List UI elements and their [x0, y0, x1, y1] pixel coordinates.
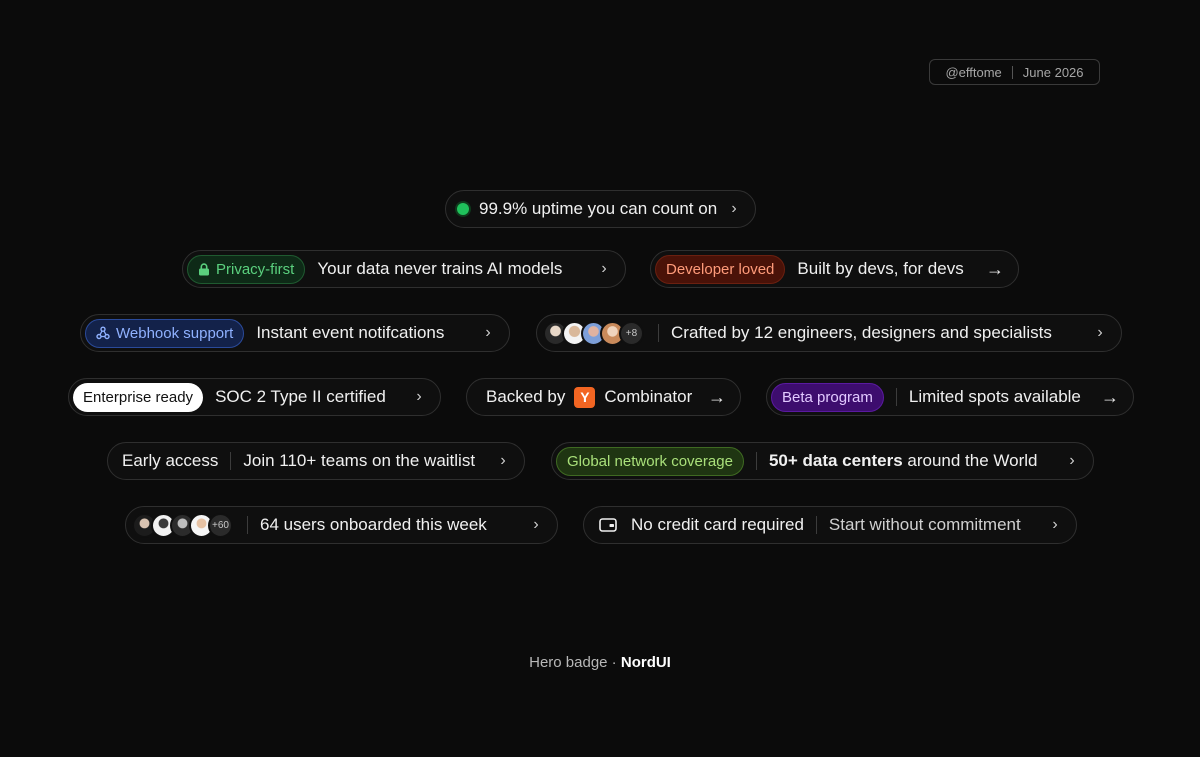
webhook-pill: Webhook support — [85, 318, 245, 348]
webhook-pill-label: Webhook support — [116, 324, 234, 342]
badge-divider — [755, 452, 757, 470]
meta-divider — [1011, 65, 1013, 79]
beta-badge[interactable]: Beta program Limited spots available → — [766, 378, 1134, 416]
status-dot-icon — [457, 203, 469, 215]
chevron-right-icon: › — [1097, 324, 1103, 341]
arrow-right-icon: → — [986, 258, 1004, 279]
enterprise-text: SOC 2 Type II certified — [215, 387, 386, 406]
credit-card-badge[interactable]: No credit card required Start without co… — [583, 506, 1077, 544]
global-network-text-rest: around the World — [902, 451, 1038, 470]
chevron-right-icon: › — [416, 388, 422, 405]
avatar-group: +8 — [543, 320, 644, 346]
enterprise-pill: Enterprise ready — [73, 382, 204, 412]
lock-icon — [199, 262, 209, 275]
beta-pill: Beta program — [771, 382, 884, 412]
arrow-right-icon: → — [708, 386, 726, 407]
chevron-right-icon: › — [1052, 516, 1058, 533]
early-access-label: Early access — [122, 451, 219, 470]
backed-by-prefix: Backed by — [486, 387, 566, 406]
users-onboarded-text: 64 users onboarded this week — [260, 515, 487, 534]
avatar-group: +60 — [132, 512, 233, 538]
avatar-more-count: +8 — [619, 320, 644, 346]
webhook-text: Instant event notifcations — [256, 323, 445, 342]
chevron-right-icon: › — [1069, 452, 1075, 469]
beta-text: Limited spots available — [908, 387, 1081, 406]
developer-pill: Developer loved — [655, 254, 786, 284]
uptime-text: 99.9% uptime you can count on — [479, 199, 718, 218]
footer-label: Hero badge · — [529, 654, 621, 671]
credit-card-text: Start without commitment — [828, 515, 1021, 534]
developer-pill-label: Developer loved — [666, 260, 775, 278]
chevron-right-icon: › — [500, 452, 506, 469]
early-access-badge[interactable]: Early access Join 110+ teams on the wait… — [107, 442, 525, 480]
meta-tag: @efftome June 2026 — [929, 59, 1100, 85]
avatar-more-count: +60 — [208, 512, 233, 538]
crafted-text: Crafted by 12 engineers, designers and s… — [671, 323, 1052, 342]
privacy-pill-label: Privacy-first — [216, 260, 295, 278]
global-network-pill: Global network coverage — [556, 446, 744, 476]
global-network-pill-label: Global network coverage — [567, 452, 733, 470]
meta-date: June 2026 — [1022, 64, 1084, 80]
badge-divider — [815, 516, 817, 534]
chevron-right-icon: › — [533, 516, 539, 533]
users-onboarded-badge[interactable]: +60 64 users onboarded this week › — [125, 506, 558, 544]
arrow-right-icon: → — [1101, 386, 1119, 407]
backed-by-suffix: Combinator — [604, 387, 693, 406]
privacy-badge[interactable]: Privacy-first Your data never trains AI … — [182, 250, 626, 288]
uptime-badge[interactable]: 99.9% uptime you can count on › — [445, 190, 756, 228]
credit-card-label: No credit card required — [631, 515, 804, 534]
chevron-right-icon: › — [731, 200, 737, 217]
chevron-right-icon: › — [601, 260, 607, 277]
webhook-icon — [96, 326, 110, 340]
footer-brand: NordUI — [620, 654, 671, 671]
footer-caption: Hero badge · NordUI — [0, 654, 1200, 671]
crafted-badge[interactable]: +8 Crafted by 12 engineers, designers an… — [536, 314, 1122, 352]
global-network-text-bold: 50+ data centers — [768, 451, 903, 470]
privacy-text: Your data never trains AI models — [317, 259, 563, 278]
chevron-right-icon: › — [485, 324, 491, 341]
credit-card-icon — [599, 518, 617, 532]
early-access-text: Join 110+ teams on the waitlist — [243, 451, 476, 470]
backed-by-badge[interactable]: Backed by Y Combinator → — [466, 378, 741, 416]
beta-pill-label: Beta program — [782, 388, 873, 406]
badge-divider — [658, 324, 659, 342]
badge-divider — [247, 516, 248, 534]
global-network-text: 50+ data centers around the World — [769, 451, 1061, 471]
enterprise-badge[interactable]: Enterprise ready SOC 2 Type II certified… — [68, 378, 441, 416]
author-handle: @efftome — [945, 64, 1002, 80]
privacy-pill: Privacy-first — [187, 254, 306, 284]
webhook-badge[interactable]: Webhook support Instant event notifcatio… — [80, 314, 510, 352]
badge-divider — [230, 452, 232, 470]
badge-divider — [895, 388, 897, 406]
global-network-badge[interactable]: Global network coverage 50+ data centers… — [551, 442, 1094, 480]
y-combinator-logo: Y — [574, 386, 596, 408]
enterprise-pill-label: Enterprise ready — [83, 388, 194, 406]
developer-badge[interactable]: Developer loved Built by devs, for devs … — [650, 250, 1019, 288]
developer-text: Built by devs, for devs — [797, 259, 964, 278]
